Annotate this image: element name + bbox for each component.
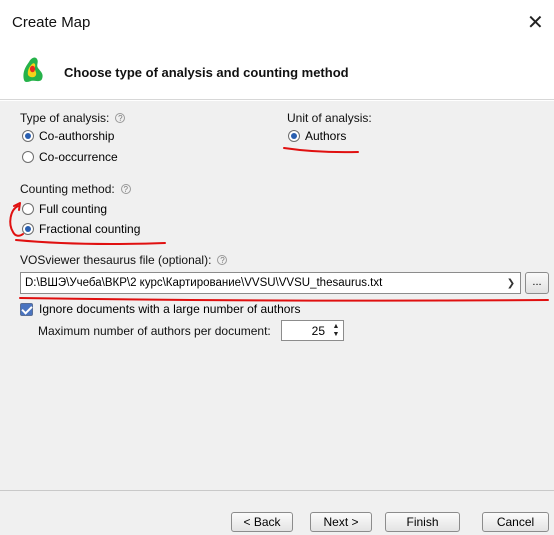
vosviewer-map-icon (20, 54, 46, 87)
radio-label: Authors (305, 129, 347, 143)
counting-method-label: Counting method:? (20, 182, 131, 196)
max-authors-spinner[interactable]: 25 ▲ ▼ (281, 320, 344, 341)
finish-button[interactable]: Finish (385, 512, 460, 532)
help-icon[interactable]: ? (115, 113, 126, 123)
wizard-header: Choose type of analysis and counting met… (0, 46, 554, 100)
thesaurus-text: VOSviewer thesaurus file (optional): (20, 253, 212, 267)
checkbox-checked-icon[interactable] (20, 302, 33, 316)
radio-button-icon[interactable] (22, 151, 34, 163)
back-button[interactable]: < Back (231, 512, 293, 532)
radio-label: Fractional counting (39, 222, 141, 236)
counting-method-text: Counting method: (20, 182, 115, 196)
radio-button-icon[interactable] (288, 130, 300, 142)
window-title: Create Map (12, 14, 91, 31)
radio-button-icon[interactable] (22, 130, 34, 142)
radio-co-occurrence[interactable]: Co-occurrence (22, 150, 118, 164)
ignore-documents-label: Ignore documents with a large number of … (39, 302, 301, 316)
max-authors-label: Maximum number of authors per document: (38, 324, 271, 338)
browse-button[interactable]: ... (525, 272, 549, 294)
thesaurus-label: VOSviewer thesaurus file (optional):? (20, 253, 228, 267)
help-icon[interactable]: ? (217, 255, 228, 265)
type-of-analysis-text: Type of analysis: (20, 111, 110, 125)
chevron-down-icon[interactable]: ❯ (502, 278, 520, 289)
next-button[interactable]: Next > (310, 512, 372, 532)
thesaurus-file-combobox[interactable]: D:\ВШЭ\Учеба\ВКР\2 курс\Картирование\VVS… (20, 272, 521, 294)
unit-of-analysis-label: Unit of analysis: (287, 111, 372, 125)
radio-fractional-counting[interactable]: Fractional counting (22, 222, 140, 236)
radio-label: Full counting (39, 202, 108, 216)
title-bar: Create Map ✕ (0, 0, 554, 46)
max-authors-value[interactable]: 25 (282, 324, 329, 338)
spinner-arrows-icon[interactable]: ▲ ▼ (329, 321, 343, 340)
radio-authors[interactable]: Authors (288, 129, 346, 143)
radio-co-authorship[interactable]: Co-authorship (22, 129, 114, 143)
ignore-documents-checkbox-row[interactable]: Ignore documents with a large number of … (20, 302, 300, 316)
radio-button-icon[interactable] (22, 223, 34, 235)
radio-button-icon[interactable] (22, 203, 34, 215)
close-icon[interactable]: ✕ (527, 13, 544, 33)
help-icon[interactable]: ? (120, 184, 131, 194)
header-title: Choose type of analysis and counting met… (64, 65, 349, 80)
cancel-button[interactable]: Cancel (482, 512, 549, 532)
radio-label: Co-authorship (39, 129, 115, 143)
radio-full-counting[interactable]: Full counting (22, 202, 107, 216)
thesaurus-path-value[interactable]: D:\ВШЭ\Учеба\ВКР\2 курс\Картирование\VVS… (21, 277, 502, 289)
type-of-analysis-label: Type of analysis:? (20, 111, 126, 125)
radio-label: Co-occurrence (39, 150, 118, 164)
